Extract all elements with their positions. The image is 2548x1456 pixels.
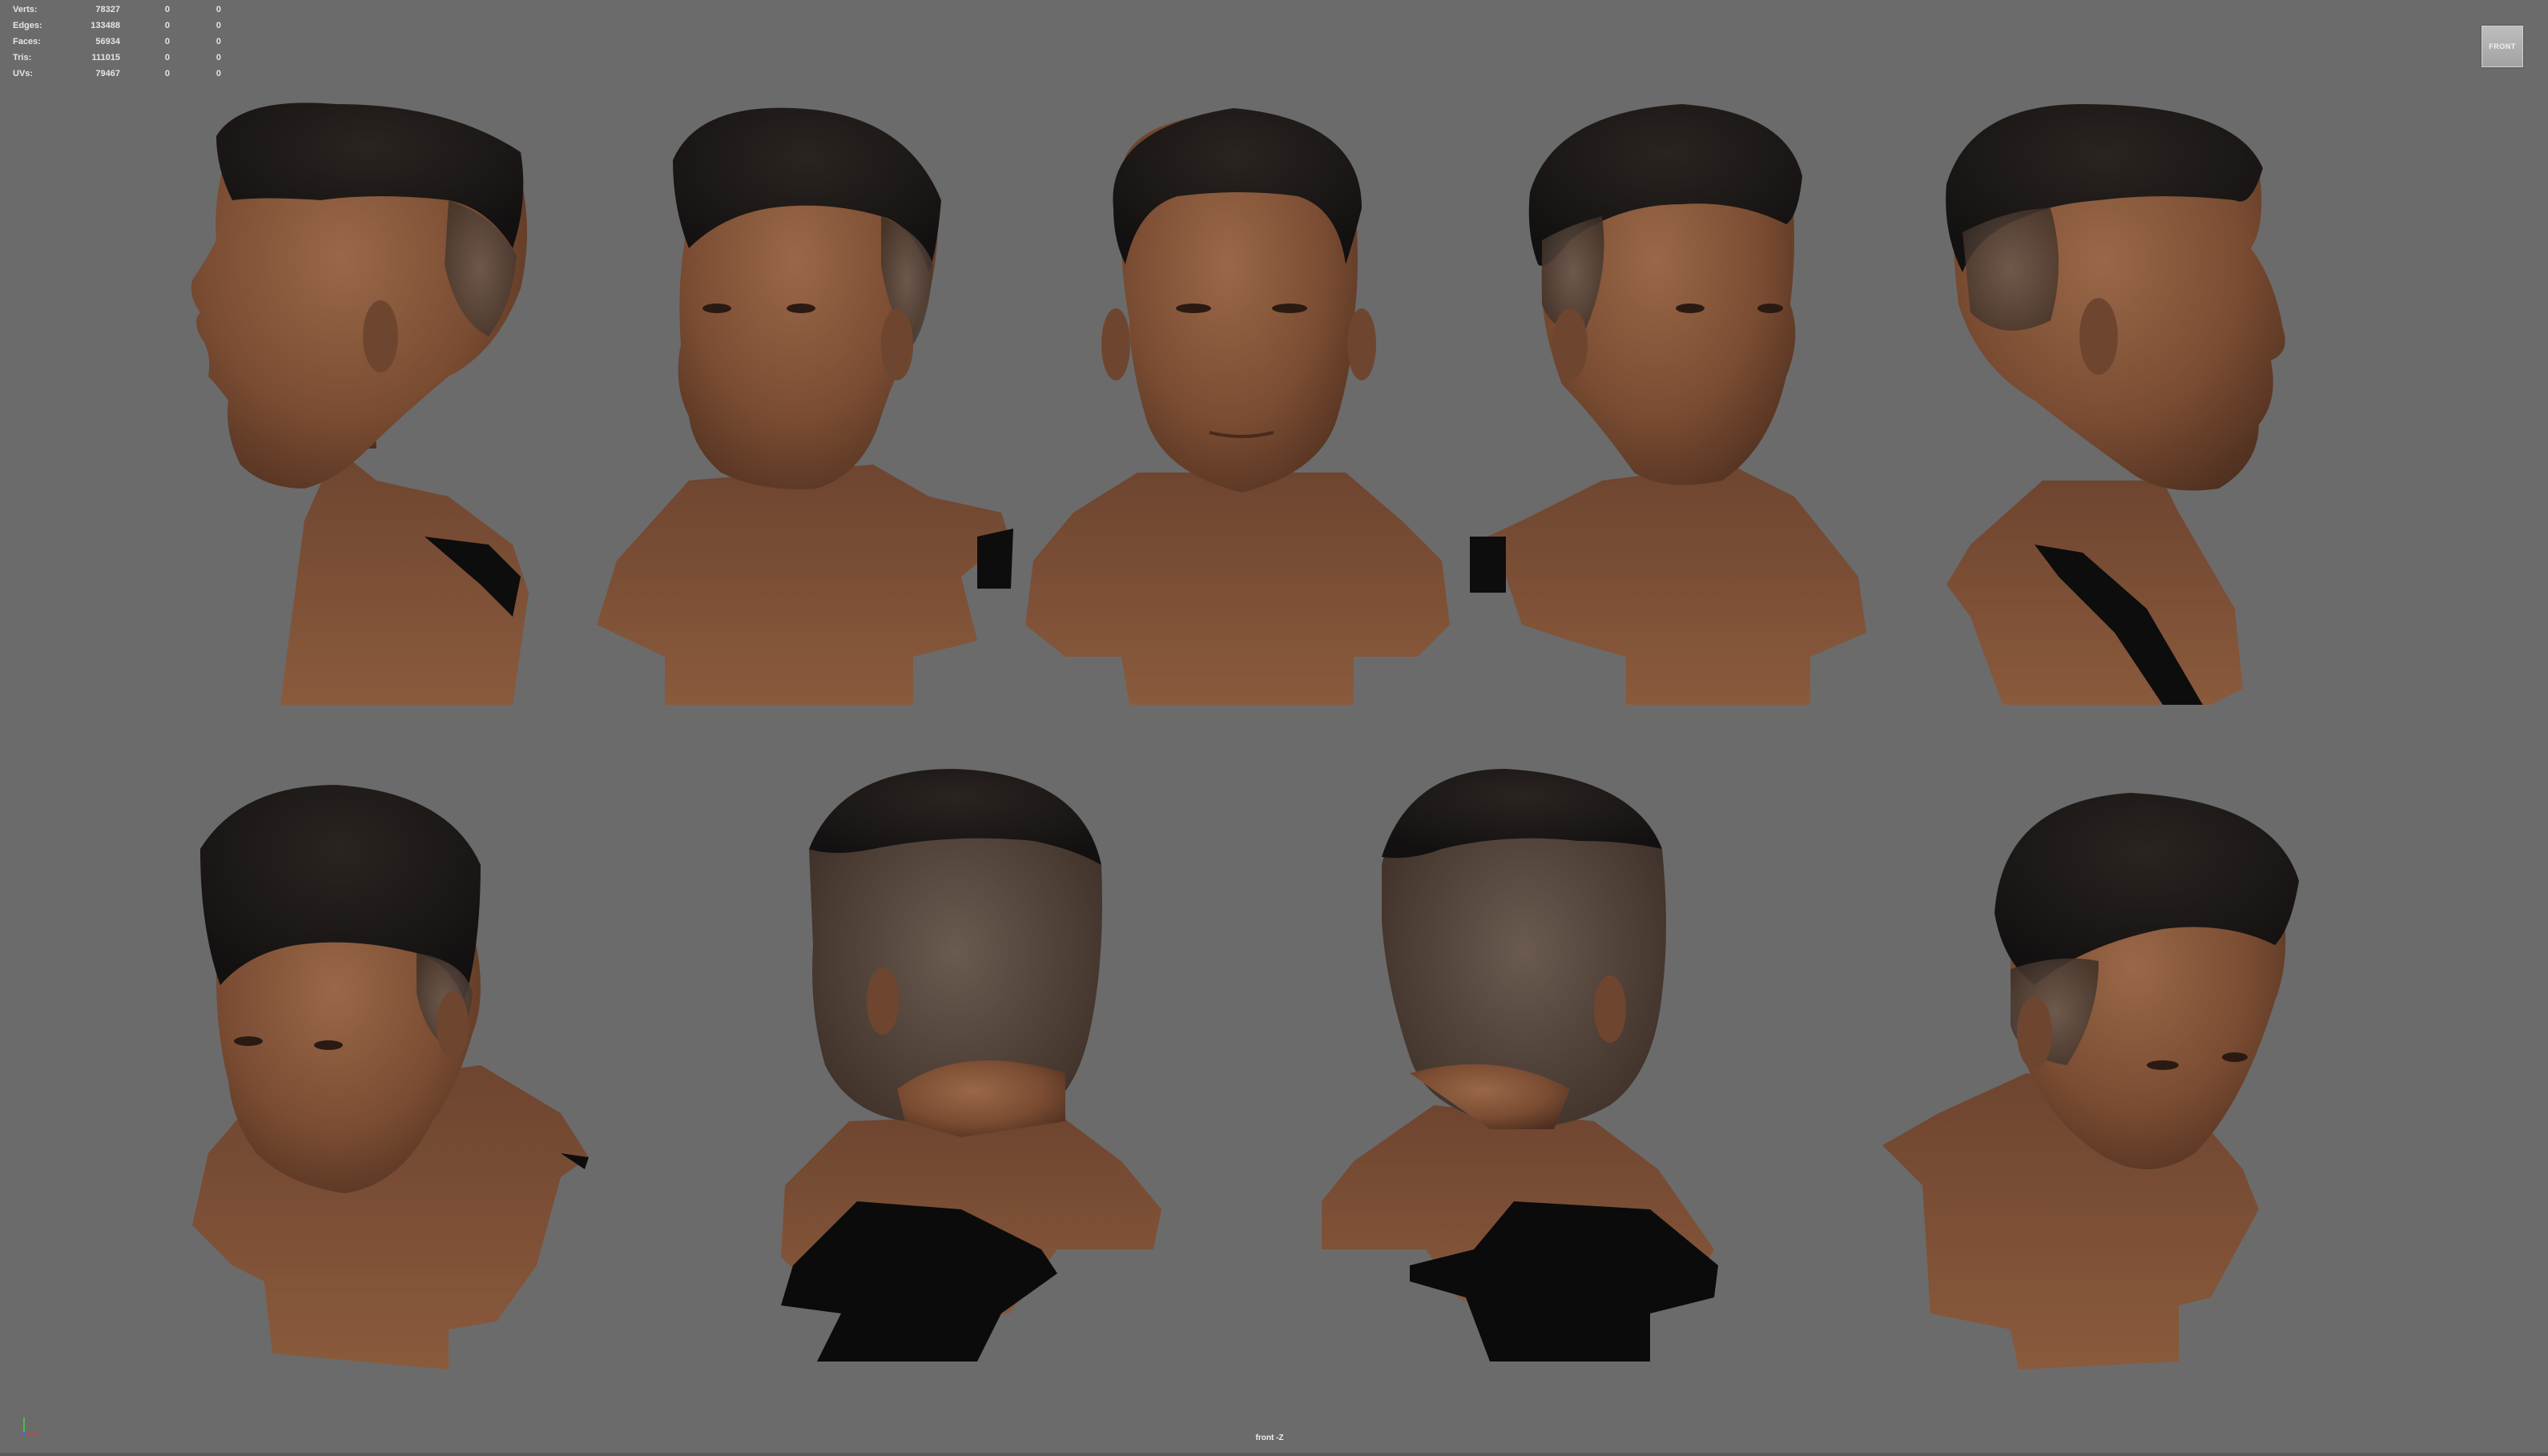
viewport-bottom-border bbox=[0, 1453, 2548, 1456]
head-view-right-profile[interactable] bbox=[1946, 104, 2285, 705]
viewport-front[interactable]: Verts: 78327 0 0 Edges: 133488 0 0 Faces… bbox=[0, 0, 2548, 1456]
head-view-three-quarter-right[interactable] bbox=[1470, 104, 1866, 705]
head-renders[interactable] bbox=[0, 0, 2548, 1456]
head-view-high-angle-left[interactable] bbox=[192, 785, 589, 1370]
head-view-high-angle-right[interactable] bbox=[1882, 793, 2299, 1370]
head-view-front[interactable] bbox=[1025, 108, 1450, 705]
axis-gizmo-icon bbox=[22, 1418, 38, 1435]
head-view-three-quarter-left[interactable] bbox=[597, 107, 1013, 705]
head-view-back-left[interactable] bbox=[781, 769, 1161, 1361]
head-view-left-profile[interactable] bbox=[191, 103, 529, 705]
head-view-back-right[interactable] bbox=[1322, 769, 1718, 1361]
camera-name-label: front -Z bbox=[1255, 1434, 1284, 1442]
